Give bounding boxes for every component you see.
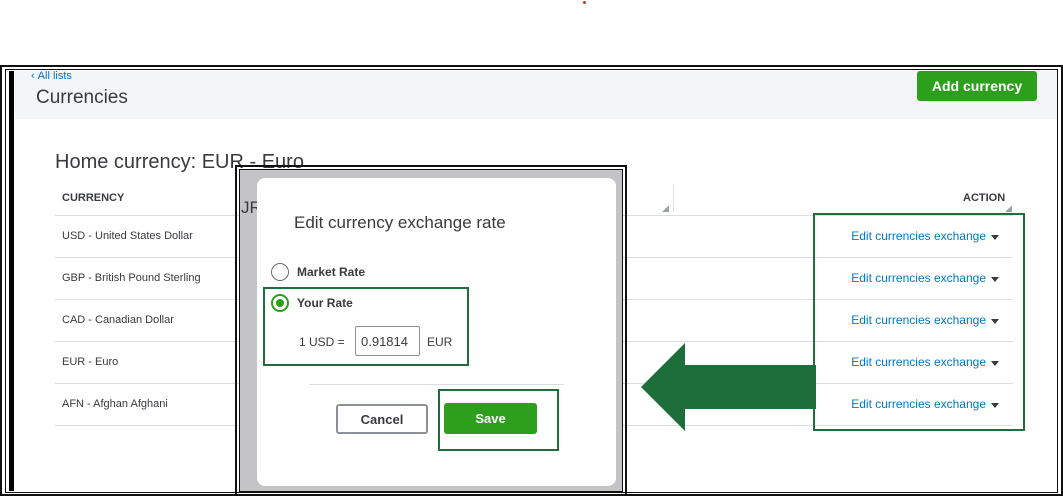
all-lists-label: All lists bbox=[37, 70, 72, 82]
market-rate-radio[interactable] bbox=[271, 263, 289, 281]
arrow-left-icon bbox=[641, 343, 816, 431]
column-header-currency[interactable]: CURRENCY bbox=[62, 192, 124, 204]
currency-cell: GBP - British Pound Sterling bbox=[62, 272, 201, 284]
dialog-divider bbox=[309, 384, 564, 385]
market-rate-label[interactable]: Market Rate bbox=[297, 265, 365, 279]
page-header bbox=[15, 71, 1057, 119]
page-title: Currencies bbox=[36, 87, 128, 108]
chevron-left-icon: ‹ bbox=[31, 70, 35, 82]
dialog-title: Edit currency exchange rate bbox=[294, 213, 506, 232]
your-rate-highlight bbox=[263, 287, 469, 366]
cancel-button[interactable]: Cancel bbox=[336, 404, 428, 434]
column-divider bbox=[673, 184, 674, 212]
currency-cell: EUR - Euro bbox=[62, 356, 119, 368]
action-column-highlight bbox=[813, 213, 1025, 431]
column-header-action: ACTION bbox=[963, 192, 1006, 204]
currency-cell: AFN - Afghan Afghani bbox=[62, 398, 168, 410]
all-lists-link[interactable]: ‹ All lists bbox=[31, 70, 72, 82]
add-currency-button[interactable]: Add currency bbox=[917, 71, 1037, 101]
currency-cell: CAD - Canadian Dollar bbox=[62, 314, 174, 326]
frame-left-bar bbox=[9, 71, 14, 491]
decorative-dot bbox=[583, 1, 586, 4]
currency-cell: USD - United States Dollar bbox=[62, 230, 193, 242]
column-resize-handle[interactable]: ◢ bbox=[662, 203, 669, 214]
save-button-highlight bbox=[438, 389, 559, 451]
